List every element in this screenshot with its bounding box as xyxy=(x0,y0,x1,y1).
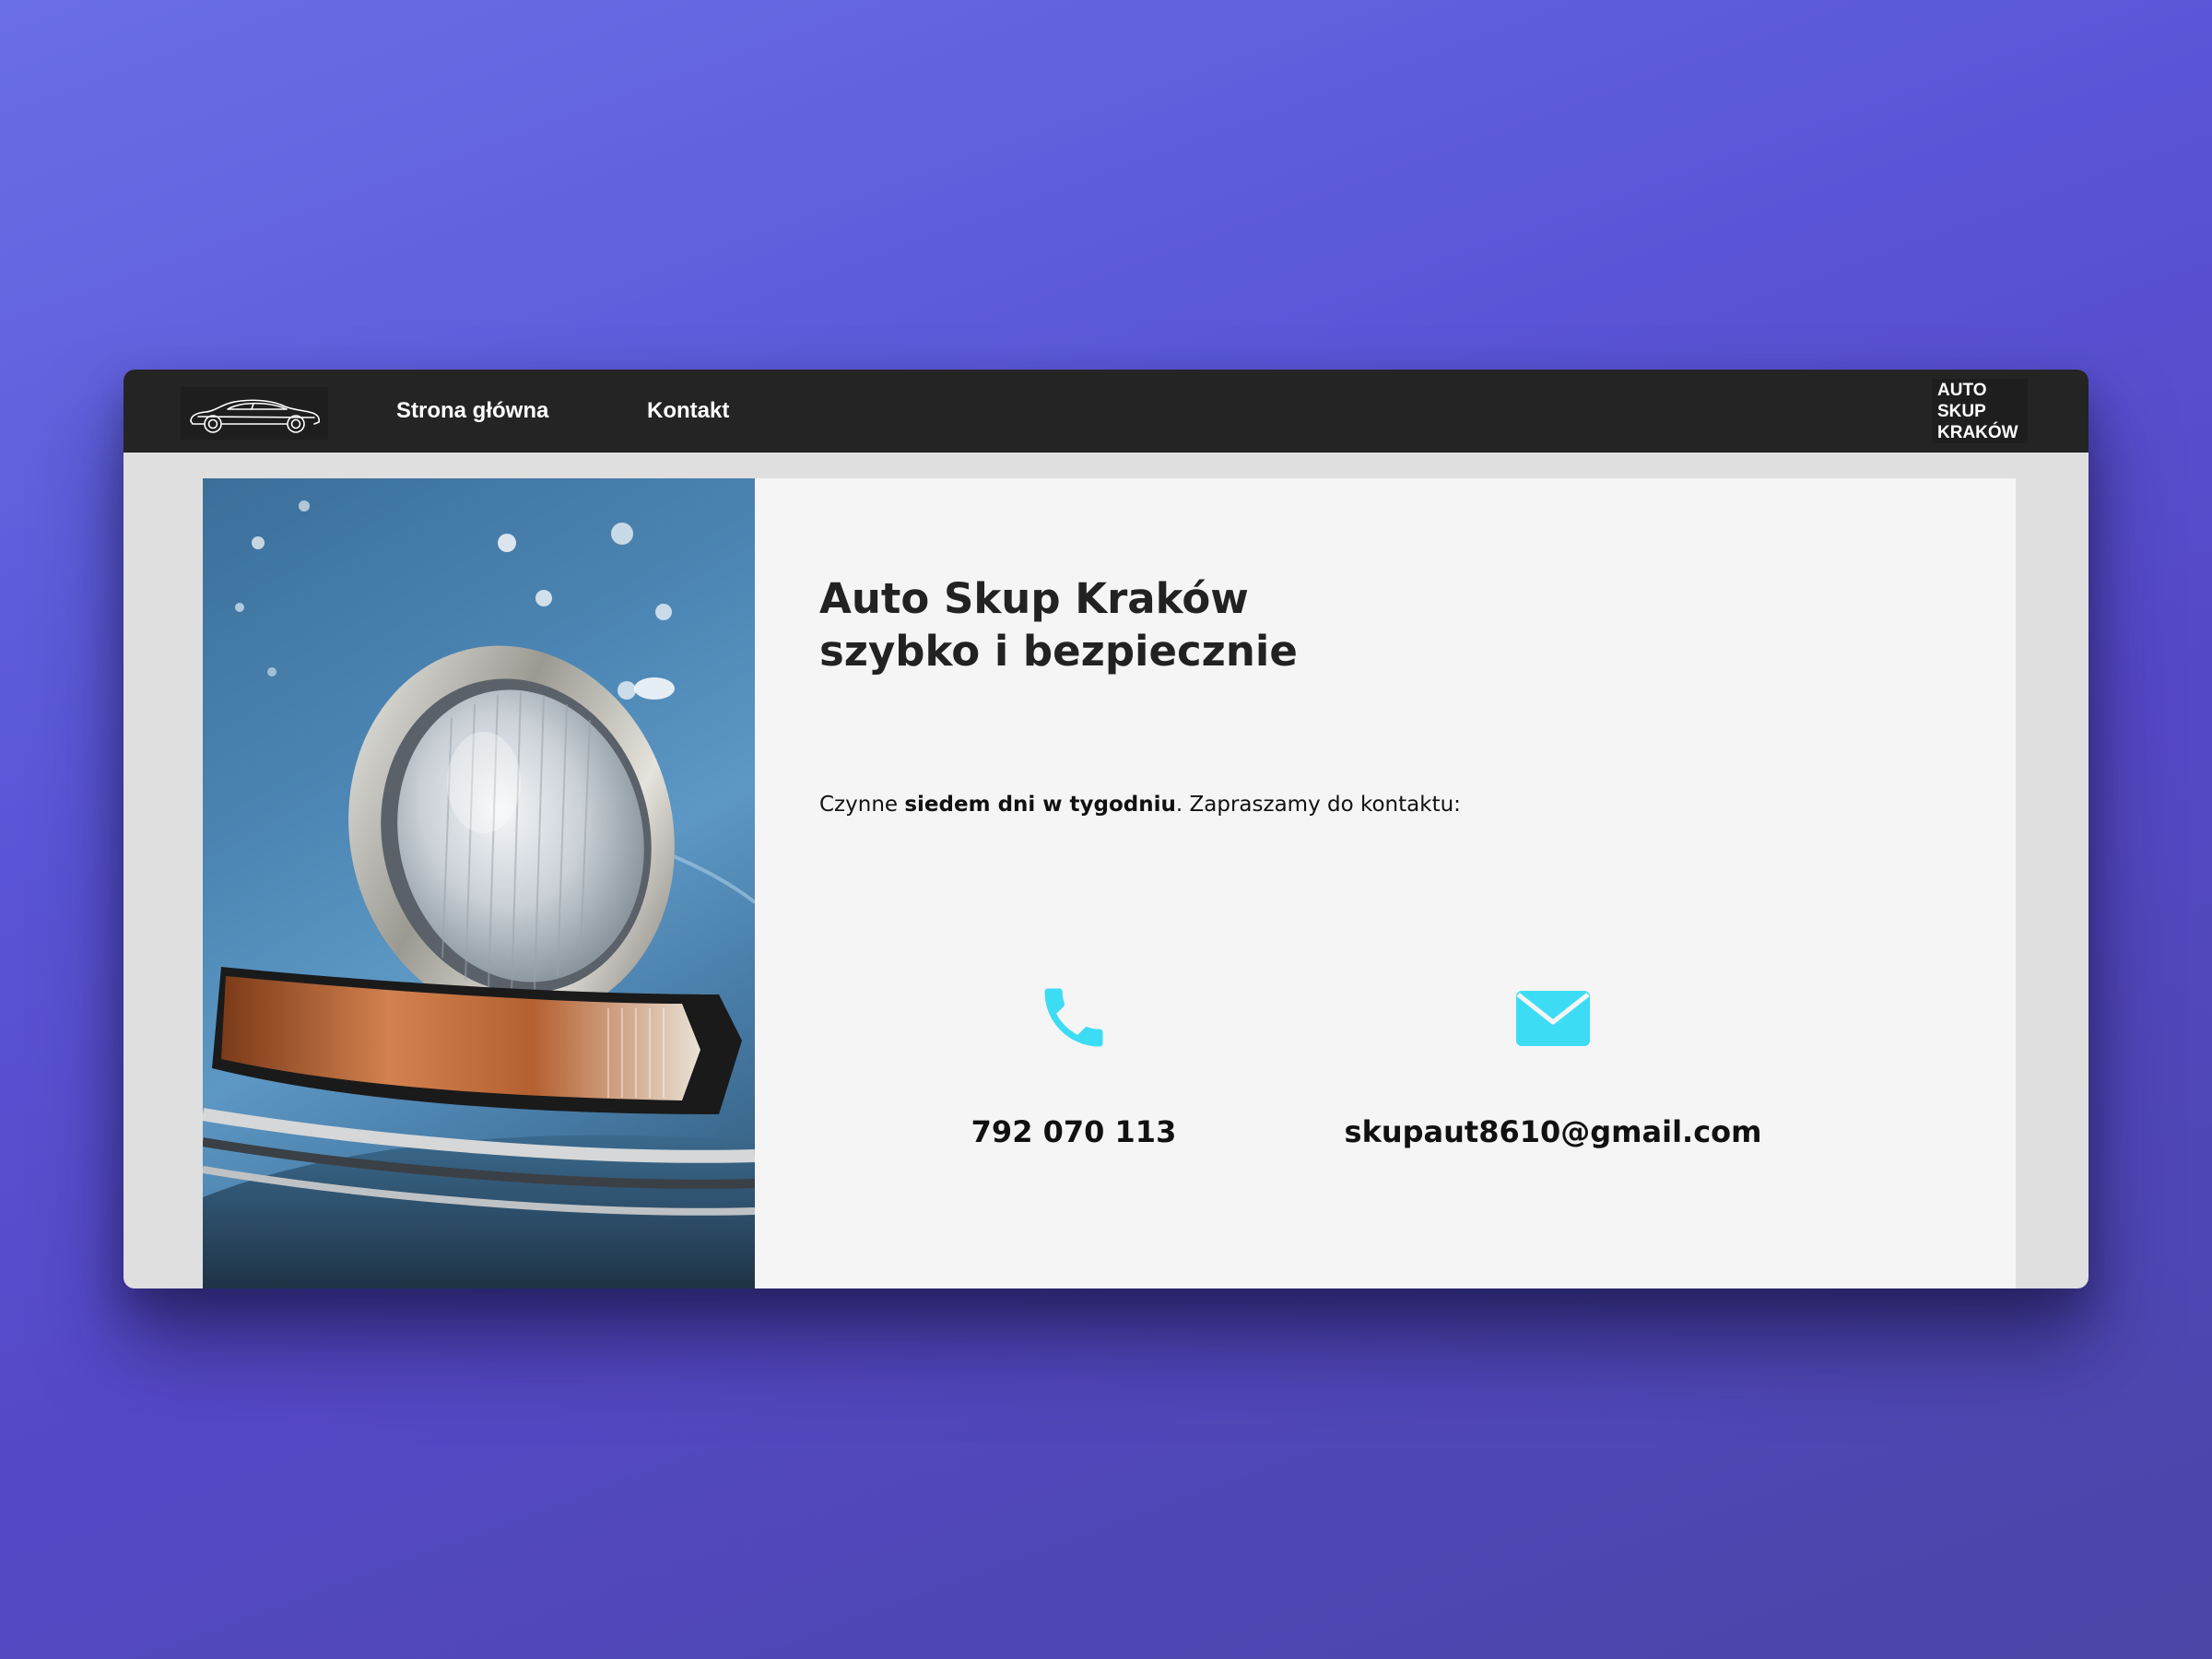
title-line-2-bold: bezpiecznie xyxy=(1022,627,1298,676)
email-contact[interactable]: skupaut8610@gmail.com xyxy=(1345,976,1762,1149)
phone-icon[interactable] xyxy=(1032,976,1115,1059)
car-logo-icon[interactable] xyxy=(181,387,328,440)
tagline-suffix: . Zapraszamy do kontaktu: xyxy=(1175,793,1461,817)
nav-link-contact[interactable]: Kontakt xyxy=(647,370,729,453)
hero-content: Auto Skup Kraków szybko i bezpiecznie Cz… xyxy=(755,478,2016,1288)
hero-card: Auto Skup Kraków szybko i bezpiecznie Cz… xyxy=(203,478,2016,1288)
phone-number[interactable]: 792 070 113 xyxy=(971,1114,1177,1149)
brand-logo[interactable]: AUTO SKUP KRAKÓW xyxy=(1932,379,2028,443)
title-line-1: Auto Skup Kraków xyxy=(819,574,1249,623)
title-line-2-prefix: szybko i xyxy=(819,627,1023,676)
browser-window: Strona główna Kontakt AUTO SKUP KRAKÓW A… xyxy=(124,370,2088,1288)
envelope-icon[interactable] xyxy=(1512,976,1594,1059)
opening-hours-text: Czynne siedem dni w tygodniu. Zapraszamy… xyxy=(819,793,1461,817)
tagline-prefix: Czynne xyxy=(819,793,905,817)
car-headlight-photo xyxy=(203,478,755,1288)
brand-line-1: AUTO xyxy=(1937,380,1987,400)
brand-line-2: SKUP xyxy=(1937,401,1986,421)
page-title: Auto Skup Kraków szybko i bezpiecznie xyxy=(819,572,1298,677)
navbar: Strona główna Kontakt AUTO SKUP KRAKÓW xyxy=(124,370,2088,453)
tagline-bold: siedem dni w tygodniu xyxy=(904,793,1176,817)
nav-link-home[interactable]: Strona główna xyxy=(396,370,548,453)
email-address[interactable]: skupaut8610@gmail.com xyxy=(1345,1114,1762,1149)
phone-contact[interactable]: 792 070 113 xyxy=(883,976,1265,1149)
brand-line-3: KRAKÓW xyxy=(1937,422,2018,442)
